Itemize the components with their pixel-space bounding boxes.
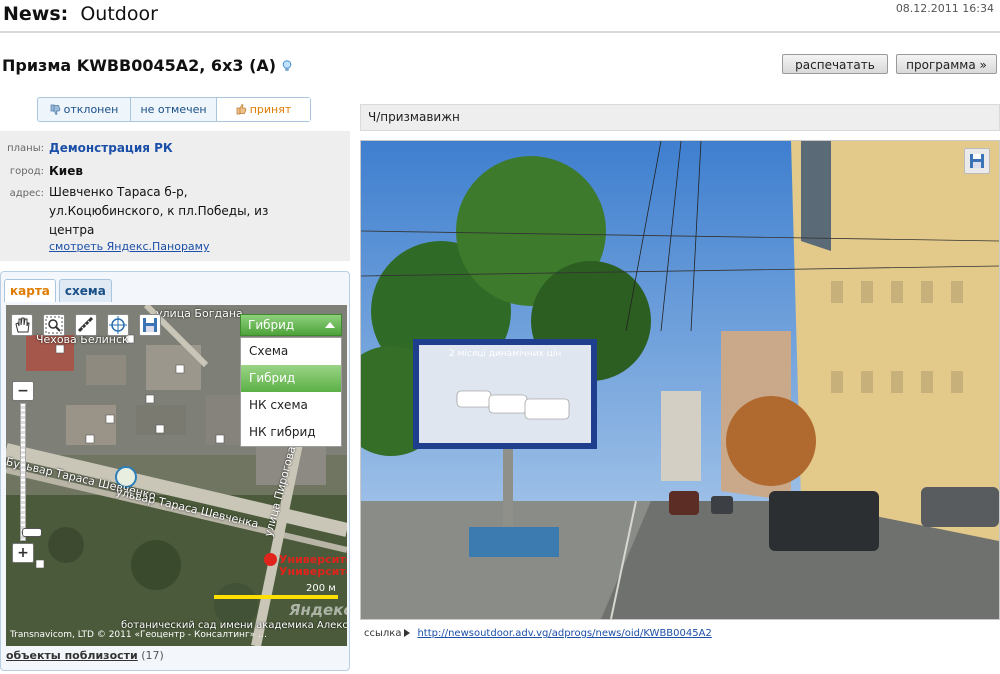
satellite-map[interactable]: улица Богдана Чехова Белинск Бульвар Тар… [6,305,347,646]
layer-option-scheme[interactable]: Схема [241,338,341,365]
photo-caption: Ч/призмавижн [360,104,1000,131]
header-datetime: 08.12.2011 16:34 [895,2,994,15]
program-button[interactable]: программа » [896,54,997,74]
metro-icon [264,553,277,566]
pan-tool-icon[interactable] [11,314,33,336]
zoom-slider-handle[interactable] [22,528,42,537]
map-panel: карта схема улица Богдана Чехова Белинск… [0,271,350,671]
street-label-bogdana: улица Богдана [156,307,243,320]
nearby-objects[interactable]: объекты поблизости (17) [6,649,164,662]
link-row: ссылка http://newsoutdoor.adv.vg/adprogs/… [364,628,712,639]
zoom-out-button[interactable]: − [12,381,34,401]
city-label: город: [9,166,44,177]
plans-value[interactable]: Демонстрация РК [49,141,173,155]
layer-option-nk-hybrid[interactable]: НК гибрид [241,419,341,446]
plans-label: планы: [7,143,44,154]
save-map-icon[interactable] [139,314,161,336]
layer-option-hybrid[interactable]: Гибрид [241,365,341,392]
map-tabs: карта схема [4,279,112,303]
nearby-objects-link[interactable]: объекты поблизости [6,649,138,662]
map-layer-select[interactable]: Гибрид [240,314,342,336]
chevron-up-icon [325,322,335,328]
map-copyright: Transnavicom, LTD © 2011 «Геоцентр - Кон… [10,630,268,640]
object-link[interactable]: http://newsoutdoor.adv.vg/adprogs/news/o… [417,628,711,639]
object-title: Призма KWBB0045A2, 6x3 (A) [2,56,292,75]
status-accepted-tab[interactable]: принят [217,98,310,121]
nearby-count: (17) [141,649,164,662]
arrow-right-icon [404,629,411,637]
tab-scheme[interactable]: схема [58,279,112,302]
street-photo: 2 місяці динамічних цін [361,141,999,619]
map-scale-bar [214,595,338,599]
zoom-slider[interactable] [20,403,42,541]
zoom-area-tool-icon[interactable] [43,314,65,336]
svg-text:2 місяці динамічних цін: 2 місяці динамічних цін [449,349,561,359]
status-not-marked-tab[interactable]: не отмечен [131,98,217,121]
metro-station-label[interactable]: УниверситетУниверситет [264,553,347,577]
lightbulb-icon[interactable] [282,60,292,72]
location-photo[interactable]: 2 місяці динамічних цін [360,140,1000,620]
map-layer-menu: Схема Гибрид НК схема НК гибрид [240,337,342,447]
page-header: News: Outdoor 08.12.2011 16:34 [0,0,1000,33]
yandex-watermark: Яндекс [289,601,347,619]
app-brand: News: Outdoor [3,3,158,25]
thumbs-up-icon [236,104,247,115]
locate-tool-icon[interactable] [107,314,129,336]
thumbs-down-icon [50,104,61,115]
link-label: ссылка [364,628,402,639]
save-photo-icon[interactable] [964,148,990,174]
object-info-panel: планы: Демонстрация РК город: Киев адрес… [0,131,350,261]
address-value: Шевченко Тараса б-р, ул.Коцюбинского, к … [49,185,269,237]
status-selector: отклонен не отмечен принят [37,97,311,122]
zoom-in-button[interactable]: + [12,543,34,563]
zoom-control: − + [12,381,42,563]
status-rejected-tab[interactable]: отклонен [38,98,131,121]
print-button[interactable]: распечатать [782,54,888,74]
layer-option-nk-scheme[interactable]: НК схема [241,392,341,419]
city-value: Киев [49,164,83,178]
ruler-tool-icon[interactable] [75,314,97,336]
yandex-panorama-link[interactable]: смотреть Яндекс.Панораму [49,240,209,253]
address-label: адрес: [9,188,44,199]
map-scale-label: 200 м [306,583,336,594]
tab-map[interactable]: карта [4,279,56,302]
